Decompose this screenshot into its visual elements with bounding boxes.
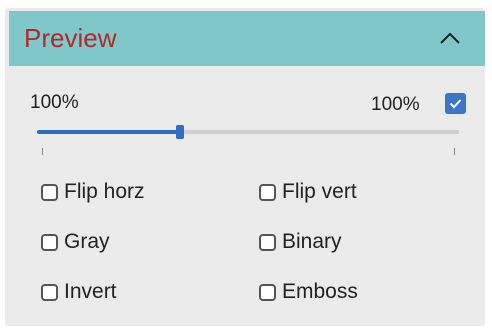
slider-tick-max [454,148,455,155]
zoom-value-label: 100% [371,94,420,115]
panel-title: Preview [24,23,117,53]
checkbox-label: Emboss [282,280,358,303]
slider-tick-min [42,148,43,155]
gray-checkbox[interactable]: Gray [41,230,110,254]
chevron-up-icon [440,32,460,44]
panel-header[interactable]: Preview [9,11,485,66]
checkmark-icon [449,99,462,109]
checkbox-box [259,233,276,251]
zoom-fit-checkbox[interactable] [445,93,466,114]
checkbox-box [41,283,58,301]
checkbox-label: Flip vert [282,180,357,203]
checkbox-box [259,283,276,301]
slider-thumb[interactable] [176,125,185,139]
checkbox-label: Invert [64,280,117,303]
checkbox-box [41,233,58,251]
checkbox-label: Flip horz [64,180,145,203]
checkbox-box [259,183,276,201]
checkbox-label: Gray [64,230,110,253]
collapse-button[interactable] [433,23,467,53]
checkbox-box [41,183,58,201]
zoom-min-label: 100% [30,92,79,113]
invert-checkbox[interactable]: Invert [41,280,117,304]
binary-checkbox[interactable]: Binary [259,230,342,254]
emboss-checkbox[interactable]: Emboss [259,280,358,304]
flip-horz-checkbox[interactable]: Flip horz [41,180,145,204]
flip-vert-checkbox[interactable]: Flip vert [259,180,357,204]
checkbox-label: Binary [282,230,342,253]
zoom-slider[interactable] [37,125,459,139]
slider-fill [37,130,181,134]
